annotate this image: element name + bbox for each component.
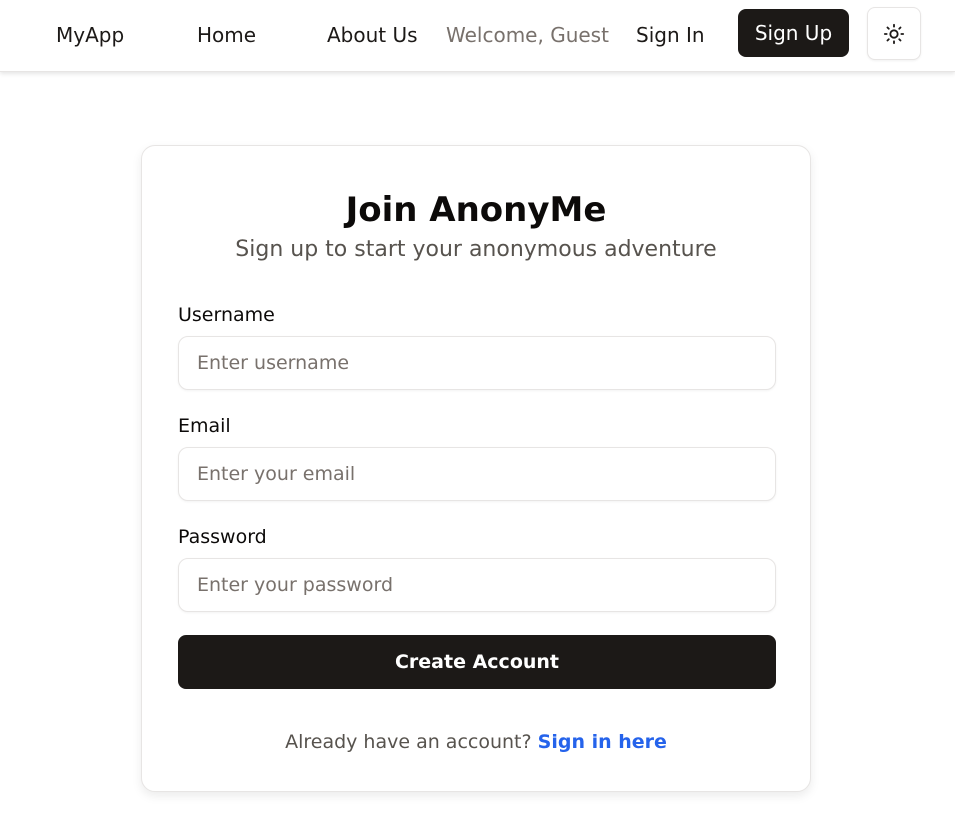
username-label: Username	[178, 304, 275, 326]
card-subtitle: Sign up to start your anonymous adventur…	[235, 237, 717, 262]
sign-in-prompt: Already have an account? Sign in here	[142, 729, 810, 755]
password-input[interactable]	[178, 558, 776, 612]
theme-toggle-button[interactable]	[867, 7, 921, 60]
email-label: Email	[178, 415, 231, 437]
nav-home-link[interactable]: Home	[197, 22, 256, 48]
password-label: Password	[178, 526, 267, 548]
email-input[interactable]	[178, 447, 776, 501]
sign-in-prompt-text: Already have an account?	[285, 731, 532, 753]
nav-sign-in-link[interactable]: Sign In	[636, 22, 705, 48]
nav-sign-up-button[interactable]: Sign Up	[738, 9, 849, 57]
welcome-text: Welcome, Guest	[446, 23, 609, 47]
create-account-button[interactable]: Create Account	[178, 635, 776, 689]
brand-link[interactable]: MyApp	[56, 22, 124, 48]
signup-card: Join AnonyMe Sign up to start your anony…	[141, 145, 811, 792]
sun-icon	[883, 23, 905, 44]
nav-about-link[interactable]: About Us	[327, 22, 418, 48]
sign-in-here-link[interactable]: Sign in here	[538, 731, 667, 753]
username-input[interactable]	[178, 336, 776, 390]
top-navbar: MyApp Home About Us Welcome, Guest Sign …	[0, 0, 955, 72]
card-title: Join AnonyMe	[345, 190, 607, 230]
